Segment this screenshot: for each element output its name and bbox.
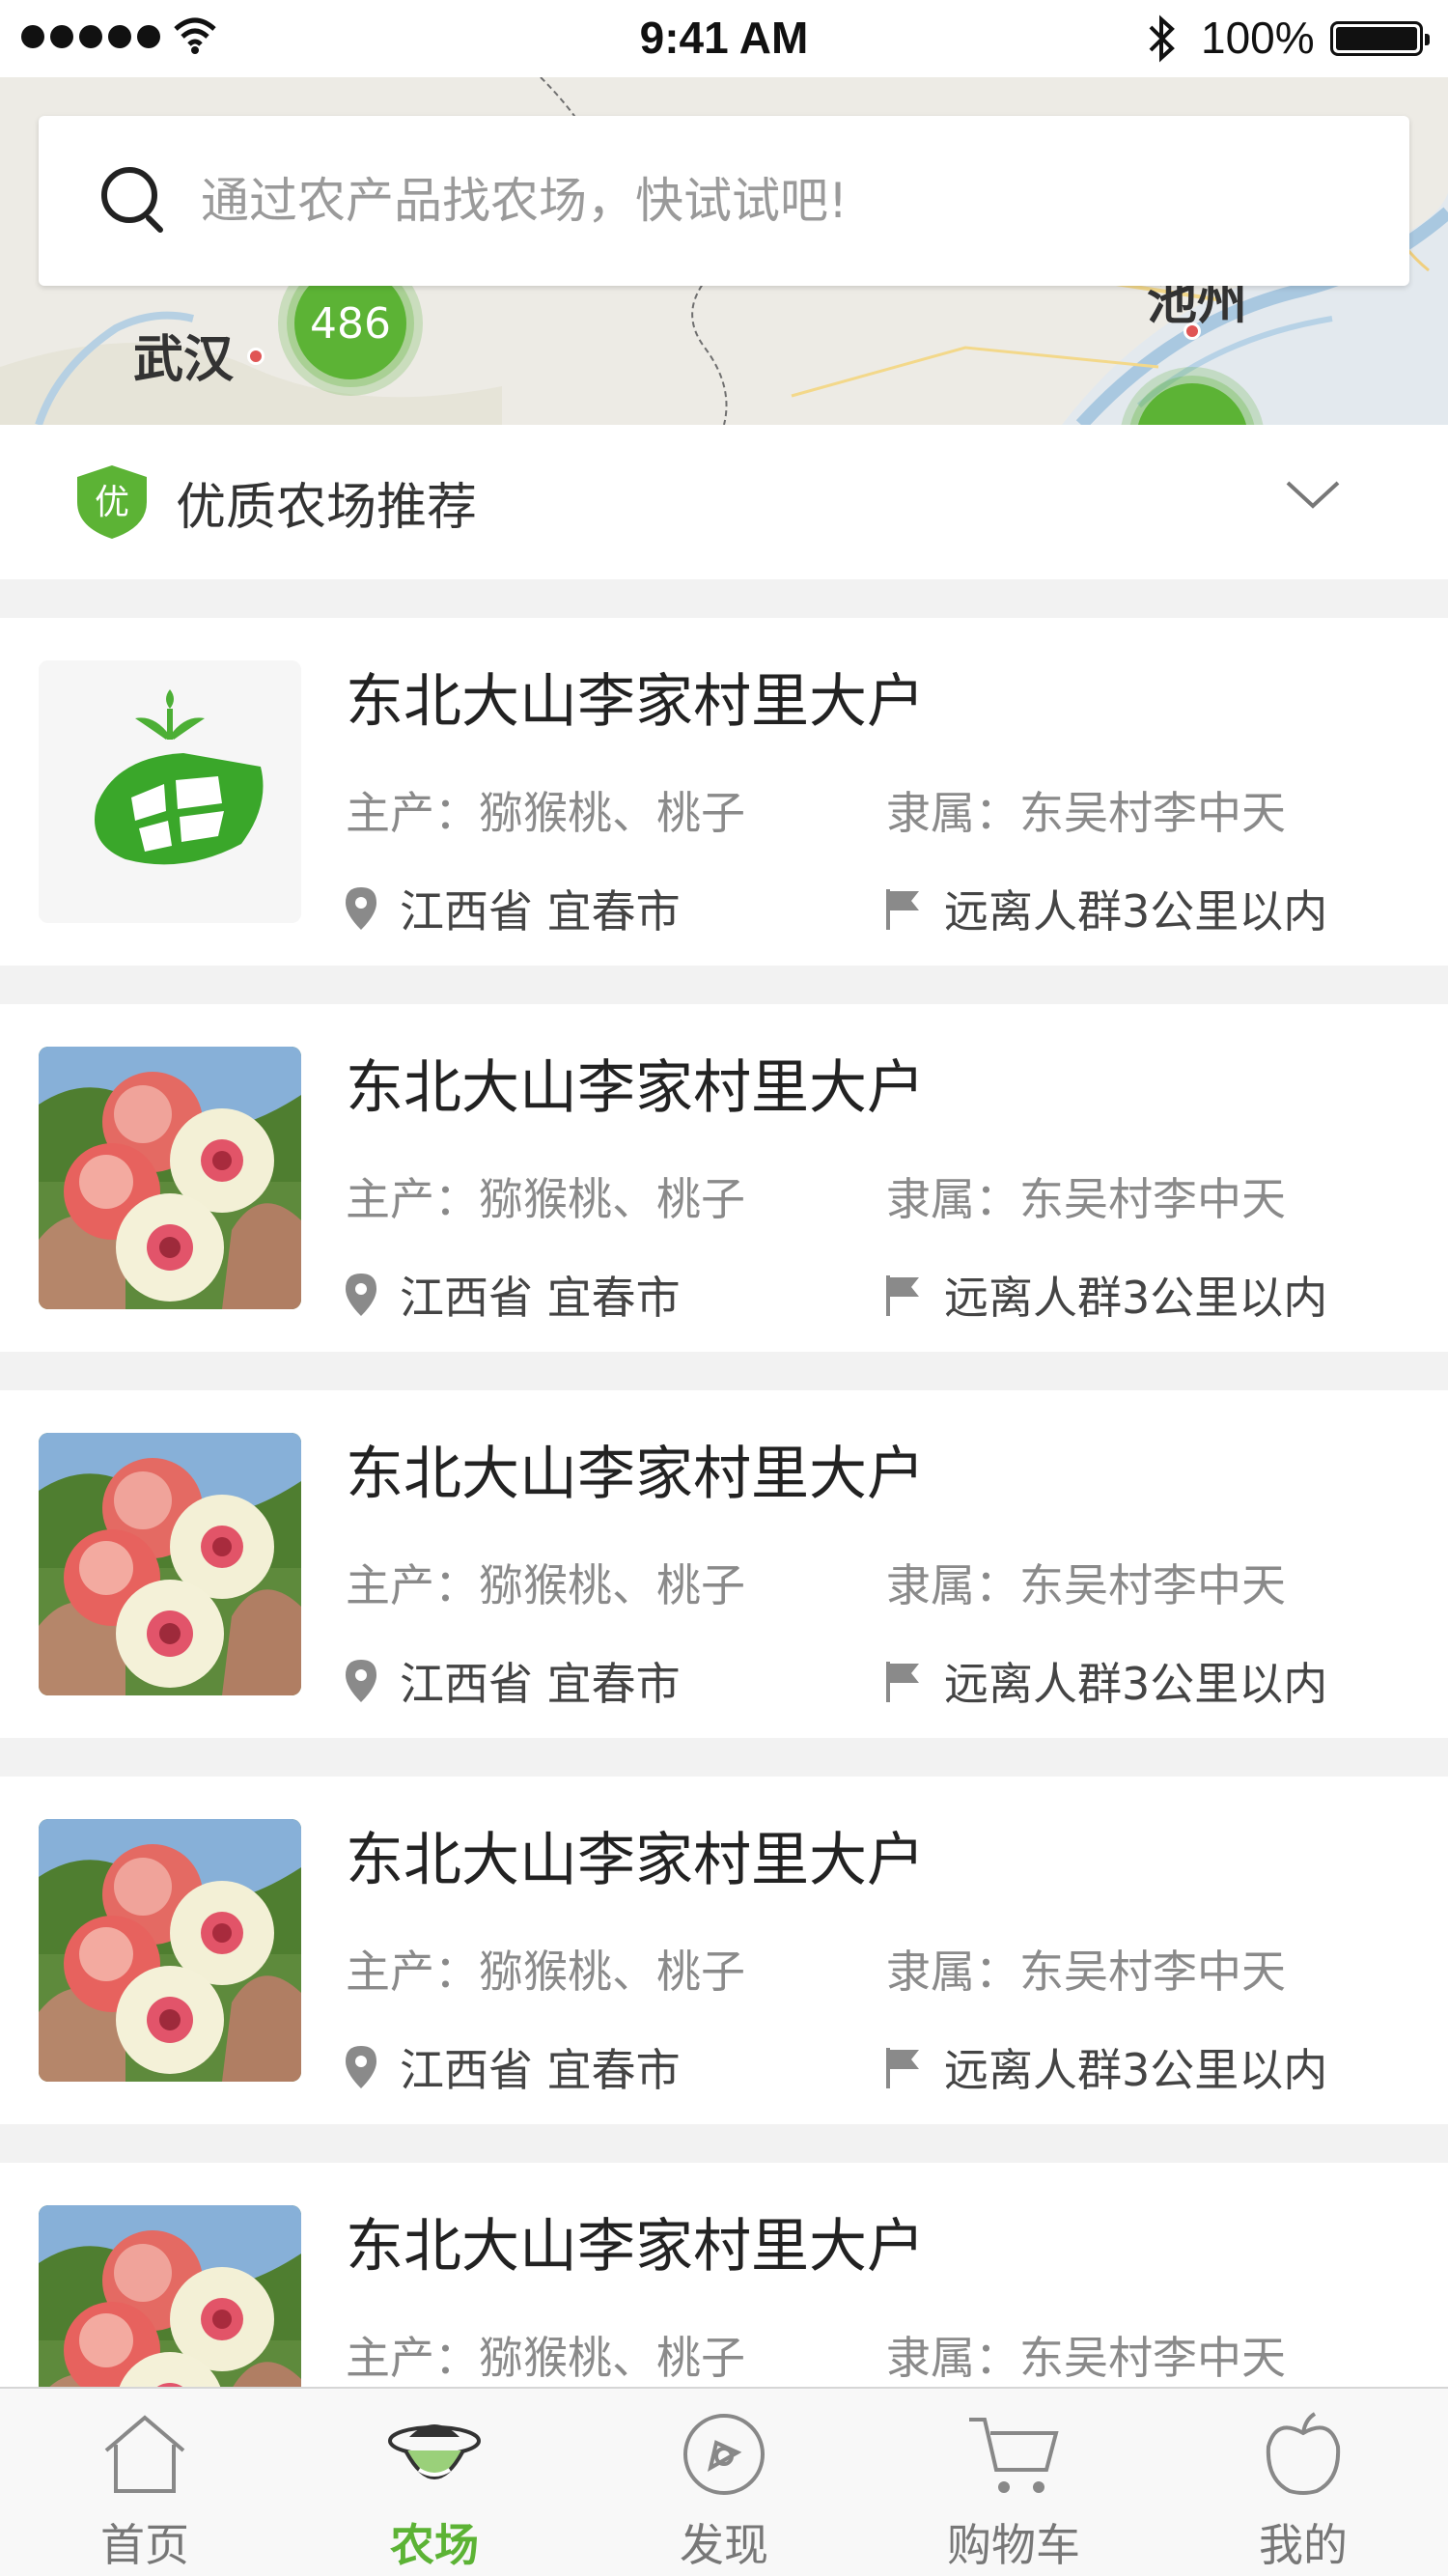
produce-label: 主产： xyxy=(346,1173,479,1225)
farm-thumbnail xyxy=(39,1047,301,1309)
produce-value: 猕猴桃、桃子 xyxy=(479,1173,745,1225)
farm-name: 东北大山李家村里大户 xyxy=(346,668,925,736)
apple-profile-icon xyxy=(1255,2406,1351,2503)
farmer-icon xyxy=(386,2406,483,2503)
tab-farm[interactable]: 农场 xyxy=(290,2389,579,2576)
bluetooth-icon xyxy=(1149,14,1175,63)
tab-home[interactable]: 首页 xyxy=(0,2389,290,2576)
location-pin-icon xyxy=(346,1274,376,1316)
map-city-dot xyxy=(247,348,265,365)
flag-icon xyxy=(886,889,919,930)
search-input[interactable] xyxy=(201,173,1359,229)
badge-text: 优 xyxy=(95,483,129,522)
produce-value: 猕猴桃、桃子 xyxy=(479,1559,745,1611)
produce-value: 猕猴桃、桃子 xyxy=(479,787,745,839)
location-pin-icon xyxy=(346,1660,376,1702)
belongs-label: 隶属： xyxy=(886,1173,1019,1225)
tab-profile[interactable]: 我的 xyxy=(1158,2389,1448,2576)
farm-card[interactable]: 东北大山李家村里大户 主产：猕猴桃、桃子 隶属：东吴村李中天 江西省 宜春市 远… xyxy=(0,1390,1448,1738)
status-bar: 9:41 AM 100% xyxy=(0,0,1448,77)
farm-name: 东北大山李家村里大户 xyxy=(346,1054,925,1122)
belongs-label: 隶属： xyxy=(886,787,1019,839)
cart-icon xyxy=(965,2406,1062,2503)
map-city-dot xyxy=(1183,322,1201,340)
farm-distance: 远离人群3公里以内 xyxy=(884,1649,1327,1713)
farm-thumbnail xyxy=(39,1819,301,2082)
location-text: 江西省 宜春市 xyxy=(400,1272,681,1324)
distance-text: 远离人群3公里以内 xyxy=(944,2044,1328,2096)
tab-label: 农场 xyxy=(390,2519,479,2571)
location-text: 江西省 宜春市 xyxy=(400,1658,681,1710)
farm-produce: 主产：猕猴桃、桃子 xyxy=(346,1164,745,1228)
farm-distance: 远离人群3公里以内 xyxy=(884,1263,1327,1327)
map-city-label: 武汉 xyxy=(133,331,235,389)
tab-bar: 首页 农场 发现 购物车 我的 xyxy=(0,2387,1448,2576)
belongs-value: 东吴村李中天 xyxy=(1019,1173,1286,1225)
farm-belongs: 隶属：东吴村李中天 xyxy=(886,2323,1286,2387)
location-text: 江西省 宜春市 xyxy=(400,2044,681,2096)
farm-name: 东北大山李家村里大户 xyxy=(346,2213,925,2281)
location-pin-icon xyxy=(346,887,376,930)
tab-label: 首页 xyxy=(100,2519,189,2571)
farm-belongs: 隶属：东吴村李中天 xyxy=(886,1551,1286,1614)
distance-text: 远离人群3公里以内 xyxy=(944,1272,1328,1324)
farm-card[interactable]: 东北大山李家村里大户 主产：猕猴桃、桃子 隶属：东吴村李中天 江西省 宜春市 远… xyxy=(0,1777,1448,2124)
farm-location: 江西省 宜春市 xyxy=(344,2035,681,2099)
battery-percentage: 100% xyxy=(1201,13,1315,63)
produce-value: 猕猴桃、桃子 xyxy=(479,2332,745,2384)
farm-location: 江西省 宜春市 xyxy=(344,877,681,940)
belongs-label: 隶属： xyxy=(886,2332,1019,2384)
produce-label: 主产： xyxy=(346,787,479,839)
battery-icon xyxy=(1330,21,1430,56)
farm-card[interactable]: 东北大山李家村里大户 主产：猕猴桃、桃子 隶属：东吴村李中天 江西省 宜春市 远… xyxy=(0,1004,1448,1352)
search-icon xyxy=(101,167,163,233)
farm-produce: 主产：猕猴桃、桃子 xyxy=(346,1937,745,2001)
farm-produce: 主产：猕猴桃、桃子 xyxy=(346,1551,745,1614)
search-bar[interactable] xyxy=(39,116,1409,286)
farm-location: 江西省 宜春市 xyxy=(344,1649,681,1713)
farm-list: 东北大山李家村里大户 主产：猕猴桃、桃子 隶属：东吴村李中天 江西省 宜春市 远… xyxy=(0,618,1448,2549)
produce-label: 主产： xyxy=(346,1946,479,1998)
belongs-value: 东吴村李中天 xyxy=(1019,1946,1286,1998)
belongs-value: 东吴村李中天 xyxy=(1019,1559,1286,1611)
produce-value: 猕猴桃、桃子 xyxy=(479,1946,745,1998)
recommend-title: 优质农场推荐 xyxy=(176,478,478,537)
farm-distance: 远离人群3公里以内 xyxy=(884,877,1327,940)
flag-icon xyxy=(886,1662,919,1702)
quality-badge-icon: 优 xyxy=(77,465,147,539)
farm-card[interactable]: 东北大山李家村里大户 主产：猕猴桃、桃子 隶属：东吴村李中天 江西省 宜春市 远… xyxy=(0,618,1448,966)
farm-distance: 远离人群3公里以内 xyxy=(884,2035,1327,2099)
belongs-value: 东吴村李中天 xyxy=(1019,2332,1286,2384)
distance-text: 远离人群3公里以内 xyxy=(944,1658,1328,1710)
belongs-value: 东吴村李中天 xyxy=(1019,787,1286,839)
farm-thumbnail xyxy=(39,660,301,923)
tab-cart[interactable]: 购物车 xyxy=(869,2389,1158,2576)
farm-name: 东北大山李家村里大户 xyxy=(346,1827,925,1894)
recommend-header[interactable]: 优 优质农场推荐 xyxy=(0,425,1448,579)
farm-thumbnail xyxy=(39,1433,301,1695)
tab-discover[interactable]: 发现 xyxy=(579,2389,869,2576)
farm-produce: 主产：猕猴桃、桃子 xyxy=(346,2323,745,2387)
farm-produce: 主产：猕猴桃、桃子 xyxy=(346,778,745,842)
chevron-down-icon[interactable] xyxy=(1284,475,1342,514)
tab-label: 购物车 xyxy=(947,2519,1080,2571)
location-pin-icon xyxy=(346,2046,376,2088)
farm-belongs: 隶属：东吴村李中天 xyxy=(886,1164,1286,1228)
farm-belongs: 隶属：东吴村李中天 xyxy=(886,778,1286,842)
belongs-label: 隶属： xyxy=(886,1559,1019,1611)
tab-label: 我的 xyxy=(1259,2519,1348,2571)
discover-icon xyxy=(676,2406,772,2503)
farm-location: 江西省 宜春市 xyxy=(344,1263,681,1327)
farm-belongs: 隶属：东吴村李中天 xyxy=(886,1937,1286,2001)
distance-text: 远离人群3公里以内 xyxy=(944,885,1328,938)
home-icon xyxy=(97,2406,193,2503)
flag-icon xyxy=(886,2048,919,2088)
belongs-label: 隶属： xyxy=(886,1946,1019,1998)
location-text: 江西省 宜春市 xyxy=(400,885,681,938)
tab-label: 发现 xyxy=(680,2519,768,2571)
produce-label: 主产： xyxy=(346,1559,479,1611)
produce-label: 主产： xyxy=(346,2332,479,2384)
flag-icon xyxy=(886,1275,919,1316)
farm-name: 东北大山李家村里大户 xyxy=(346,1441,925,1508)
